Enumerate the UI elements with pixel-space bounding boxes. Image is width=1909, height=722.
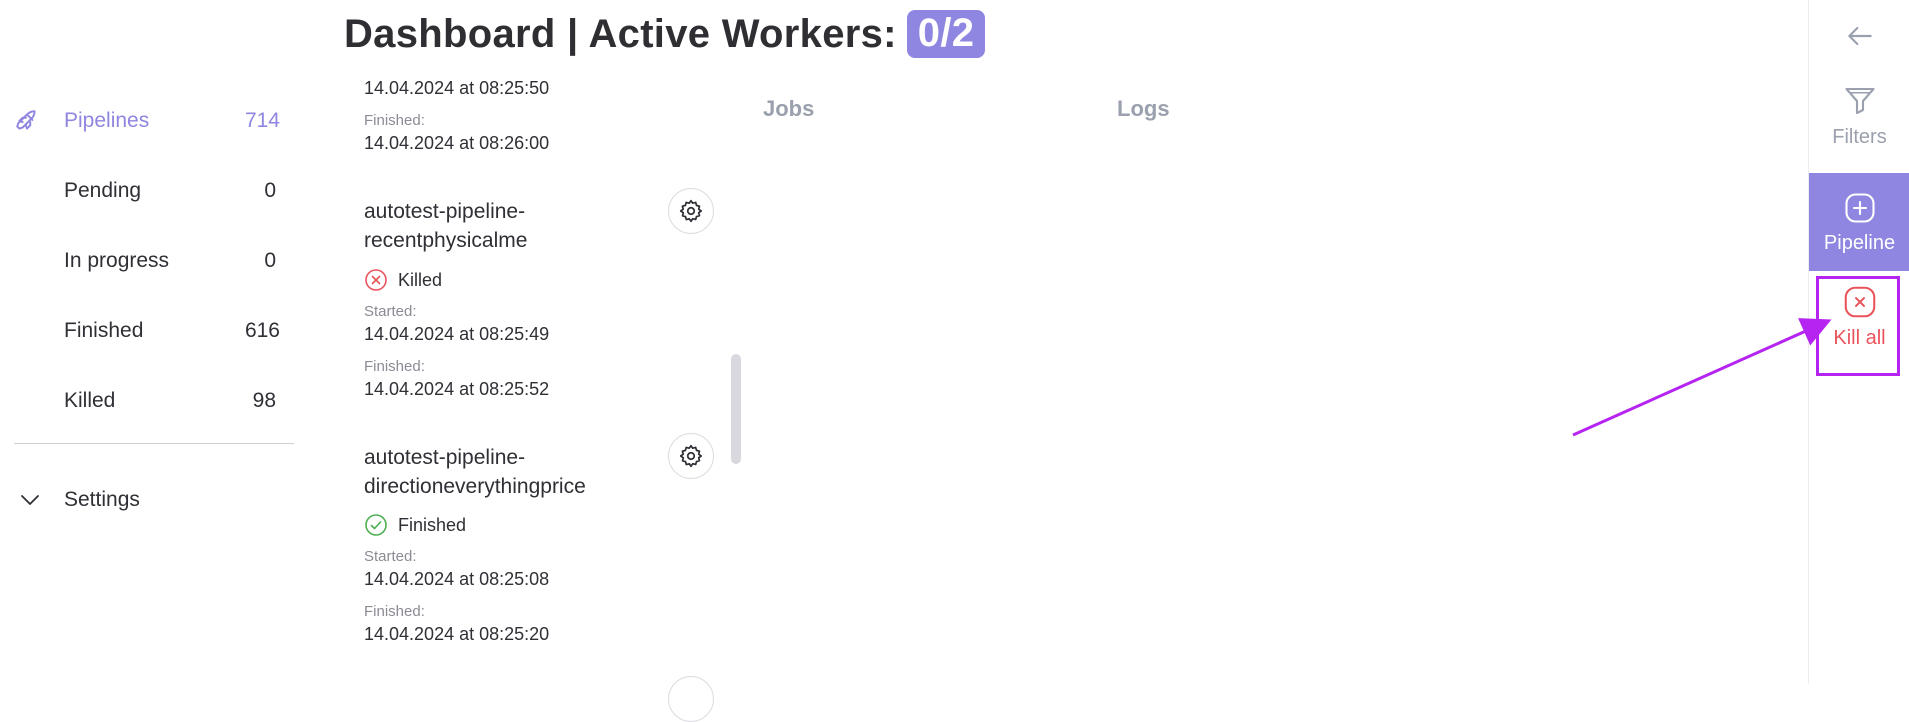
tab-jobs[interactable]: Jobs (763, 96, 814, 122)
sidebar-divider (14, 443, 294, 444)
pipeline-started-value: 14.04.2024 at 08:25:49 (364, 324, 550, 344)
pipeline-settings-button[interactable] (668, 676, 714, 722)
kill-all-button[interactable]: Kill all (1809, 283, 1909, 373)
finished-status-icon (365, 514, 387, 536)
pipeline-finished-value: 14.04.2024 at 08:25:20 (364, 624, 550, 644)
settings-label: Settings (64, 488, 140, 511)
pipeline-name-line: directioneverythingprice (364, 475, 586, 498)
sidebar-item-label: In progress (64, 249, 170, 272)
pipeline-finished-label: Finished: (364, 112, 425, 129)
status-badge: Finished (364, 513, 466, 537)
pipeline-started-value: 14.04.2024 at 08:25:08 (364, 569, 550, 589)
pipeline-name-line: recentphysicalme (364, 229, 528, 252)
filters-label: Filters (1832, 126, 1887, 148)
sidebar-item-killed[interactable]: Killed 98 (0, 366, 300, 436)
sidebar-item-count: 98 (252, 389, 276, 412)
status-text: Finished (398, 514, 467, 535)
pipeline-finished-value: 14.04.2024 at 08:26:00 (364, 133, 550, 153)
sidebar-item-label: Finished (64, 319, 144, 342)
settings-toggle[interactable]: Settings (0, 480, 300, 520)
pipeline-started-label: Started: (364, 548, 417, 565)
gear-icon (679, 199, 703, 223)
pipeline-settings-button[interactable] (668, 433, 714, 479)
pipeline-name-line: autotest-pipeline- (364, 200, 526, 223)
pipeline-settings-button[interactable] (668, 188, 714, 234)
filters-button[interactable]: Filters (1809, 82, 1909, 162)
killed-status-icon (365, 269, 387, 291)
close-icon (1844, 286, 1875, 318)
annotation-arrow (1572, 318, 1832, 437)
pipeline-list-scrollbar[interactable] (731, 354, 741, 464)
tab-logs[interactable]: Logs (1117, 96, 1170, 122)
kill-all-label: Kill all (1833, 327, 1886, 349)
pipeline-name: autotest-pipeline- recentphysicalme (364, 197, 527, 255)
gear-icon (679, 444, 703, 468)
pipeline-finished-label: Finished: (364, 358, 425, 375)
status-text: Killed (398, 269, 443, 290)
pipeline-label: Pipeline (1823, 231, 1896, 254)
add-pipeline-button[interactable]: Pipeline (1809, 173, 1909, 271)
pipeline-started-label: Started: (364, 303, 417, 320)
sidebar-item-label: Pipelines (64, 109, 150, 132)
rocket-icon (16, 110, 36, 130)
right-action-panel: Filters Pipeline Kill all (1808, 0, 1909, 684)
sidebar: Pipelines 714 Pending 0 In progress 0 Fi… (0, 86, 300, 436)
arrow-left-icon (1847, 26, 1872, 46)
pipeline-name-line: autotest-pipeline- (364, 446, 526, 469)
filter-icon (1844, 87, 1875, 115)
back-button[interactable] (1809, 20, 1909, 70)
pipeline-finished-label: Finished: (364, 603, 425, 620)
active-workers-badge: 0/2 (906, 10, 986, 58)
sidebar-item-count: 0 (264, 249, 276, 272)
sidebar-item-finished[interactable]: Finished 616 (0, 296, 300, 366)
sidebar-item-in-progress[interactable]: In progress 0 (0, 226, 300, 296)
sidebar-item-label: Pending (64, 179, 142, 202)
sidebar-item-label: Killed (64, 389, 116, 412)
chevron-down-icon (21, 495, 39, 505)
pipeline-name: autotest-pipeline- directioneverythingpr… (364, 443, 586, 501)
sidebar-item-count: 616 (244, 319, 280, 342)
sidebar-item-pipelines[interactable]: Pipelines 714 (0, 86, 300, 156)
sidebar-item-pending[interactable]: Pending 0 (0, 156, 300, 226)
status-badge: Killed (364, 268, 442, 292)
pipeline-finished-value: 14.04.2024 at 08:25:52 (364, 379, 550, 399)
sidebar-item-count: 714 (244, 109, 280, 132)
plus-icon (1844, 192, 1875, 223)
sidebar-item-count: 0 (264, 179, 276, 202)
pipeline-started-value: 14.04.2024 at 08:25:50 (364, 78, 550, 98)
